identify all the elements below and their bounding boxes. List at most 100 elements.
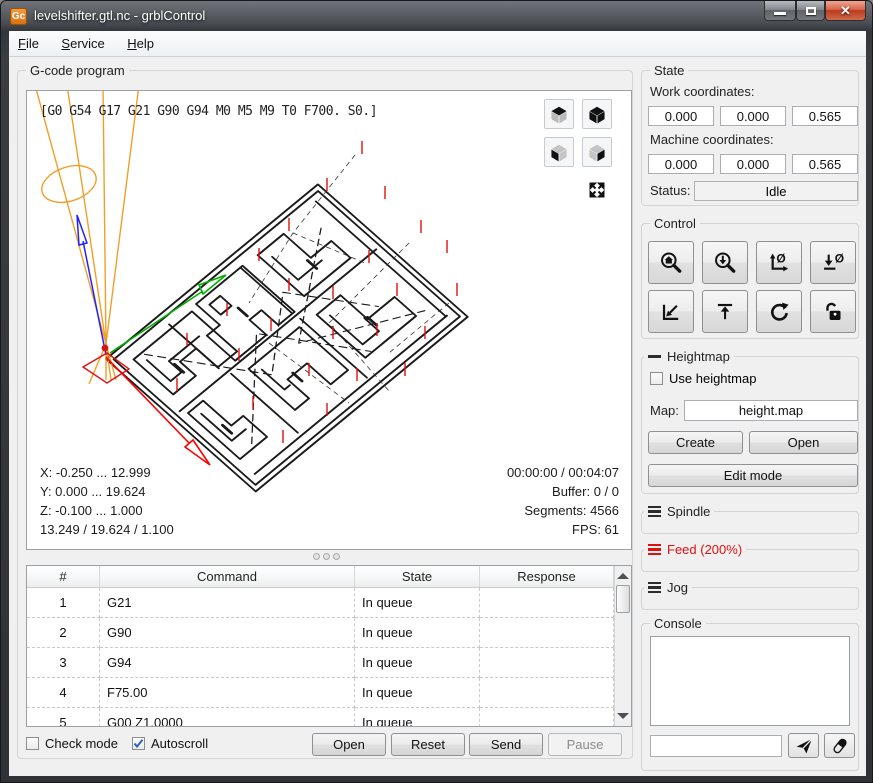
view-top-button[interactable] xyxy=(544,99,574,129)
command-table[interactable]: # Command State Response 1 G21 In queue … xyxy=(26,565,632,727)
console-send-button[interactable] xyxy=(788,733,819,758)
console-input[interactable] xyxy=(650,735,782,757)
use-heightmap-label: Use heightmap xyxy=(669,371,756,386)
app-icon: Gc xyxy=(10,8,27,25)
open-file-button[interactable]: Open xyxy=(312,733,386,756)
y-range: Y: 0.000 ... 19.624 xyxy=(40,482,174,501)
splitter-handle[interactable] xyxy=(18,553,634,563)
cell-command: G00 Z1.0000 xyxy=(100,708,355,727)
menu-help[interactable]: Help xyxy=(118,31,163,56)
collapse-icon[interactable] xyxy=(648,355,661,358)
search-z-probe-icon xyxy=(713,251,737,275)
table-row[interactable]: 5 G00 Z1.0000 In queue xyxy=(27,708,631,727)
autoscroll-checkbox[interactable] xyxy=(132,737,145,750)
heightmap-create-button[interactable]: Create xyxy=(648,431,743,454)
use-heightmap-checkbox[interactable] xyxy=(650,372,663,385)
status-label: Status: xyxy=(650,183,690,198)
scroll-down-icon[interactable] xyxy=(617,713,629,719)
heightmap-group-title-row[interactable]: Heightmap xyxy=(644,349,734,364)
search-home-button[interactable] xyxy=(648,241,694,284)
use-heightmap-row[interactable]: Use heightmap xyxy=(650,371,756,386)
check-mode-checkbox[interactable] xyxy=(26,737,39,750)
z-probe-button[interactable] xyxy=(702,241,748,284)
spindle-title-row[interactable]: Spindle xyxy=(644,504,714,519)
titlebar[interactable]: Gc levelshifter.gtl.nc - grblControl ✕ xyxy=(1,1,872,31)
table-row[interactable]: 3 G94 In queue xyxy=(27,648,631,678)
send-command-icon xyxy=(794,736,814,756)
table-scrollbar[interactable] xyxy=(614,566,631,726)
cell-command: G94 xyxy=(100,648,355,678)
gcode-footer: Check mode Autoscroll Open Reset Send Pa… xyxy=(26,733,626,757)
control-group-title: Control xyxy=(650,216,700,231)
cell-response xyxy=(480,648,614,678)
feed-title-row[interactable]: Feed (200%) xyxy=(644,542,746,557)
tool-position-dot xyxy=(102,345,109,352)
unlock-button[interactable] xyxy=(810,290,856,333)
close-icon: ✕ xyxy=(840,2,851,20)
bounds-readout: X: -0.250 ... 12.999 Y: 0.000 ... 19.624… xyxy=(40,463,174,539)
console-clear-button[interactable] xyxy=(824,733,855,758)
table-row[interactable]: 1 G21 In queue xyxy=(27,588,631,618)
view-left-button[interactable] xyxy=(582,137,612,167)
cell-response xyxy=(480,678,614,708)
col-header-state[interactable]: State xyxy=(355,566,480,587)
tool-cone xyxy=(35,91,139,384)
minimize-button[interactable] xyxy=(764,1,796,21)
gcode-header-line: [G0 G54 G17 G21 G90 G94 M0 M5 M9 T0 F700… xyxy=(40,104,377,119)
gcode-program-group: G-code program xyxy=(17,70,633,759)
cell-number: 3 xyxy=(27,648,100,678)
view-isometric-button[interactable] xyxy=(582,99,612,129)
cell-response xyxy=(480,588,614,618)
restore-origin-icon xyxy=(659,300,683,324)
restore-origin-button[interactable] xyxy=(648,290,694,333)
work-coordinates-label: Work coordinates: xyxy=(650,84,755,99)
col-header-response[interactable]: Response xyxy=(480,566,614,587)
reset-grbl-button[interactable] xyxy=(756,290,802,333)
z-axis-arrow xyxy=(77,215,106,355)
eraser-icon xyxy=(830,736,850,756)
time-readout: 00:00:00 / 00:04:07 xyxy=(507,463,619,482)
scrollbar-thumb[interactable] xyxy=(616,585,630,613)
hamburger-icon[interactable] xyxy=(648,544,661,555)
jog-title: Jog xyxy=(667,580,688,595)
safe-position-button[interactable] xyxy=(702,290,748,333)
close-button[interactable]: ✕ xyxy=(825,1,866,21)
heightmap-open-button[interactable]: Open xyxy=(749,431,858,454)
hamburger-icon[interactable] xyxy=(648,582,661,593)
cube-front-icon xyxy=(549,142,569,162)
cell-command: G21 xyxy=(100,588,355,618)
check-mode-row[interactable]: Check mode xyxy=(26,736,118,751)
jog-panel: Jog xyxy=(641,587,859,610)
cell-number: 2 xyxy=(27,618,100,648)
send-button[interactable]: Send xyxy=(469,733,543,756)
autoscroll-row[interactable]: Autoscroll xyxy=(132,736,208,751)
zero-xy-button[interactable]: Ø xyxy=(756,241,802,284)
menu-file[interactable]: File xyxy=(9,31,48,56)
heightmap-edit-mode-button[interactable]: Edit mode xyxy=(648,464,858,487)
menu-service[interactable]: Service xyxy=(52,31,113,56)
machine-y-field: 0.000 xyxy=(720,154,786,174)
gcode-3d-viewport[interactable]: [G0 G54 G17 G21 G90 G94 M0 M5 M9 T0 F700… xyxy=(26,90,632,550)
map-file-field[interactable]: height.map xyxy=(684,400,858,421)
col-header-number[interactable]: # xyxy=(27,566,100,587)
unlock-icon xyxy=(821,300,845,324)
col-header-command[interactable]: Command xyxy=(100,566,355,587)
size-readout: 13.249 / 19.624 / 1.100 xyxy=(40,520,174,539)
state-group: State Work coordinates: 0.000 0.000 0.56… xyxy=(641,70,859,206)
maximize-button[interactable] xyxy=(796,1,825,21)
zero-z-button[interactable]: Ø xyxy=(810,241,856,284)
hamburger-icon[interactable] xyxy=(648,506,661,517)
heightmap-group: Heightmap Use heightmap Map: height.map … xyxy=(641,356,859,494)
jog-title-row[interactable]: Jog xyxy=(644,580,692,595)
cell-command: G90 xyxy=(100,618,355,648)
scroll-up-icon[interactable] xyxy=(617,573,629,579)
gcode-group-title: G-code program xyxy=(26,63,129,78)
view-front-button[interactable] xyxy=(544,137,574,167)
reset-button[interactable]: Reset xyxy=(391,733,465,756)
cell-state: In queue xyxy=(355,708,480,727)
console-output[interactable] xyxy=(650,636,850,726)
status-badge: Idle xyxy=(694,181,858,201)
table-row[interactable]: 2 G90 In queue xyxy=(27,618,631,648)
table-row[interactable]: 4 F75.00 In queue xyxy=(27,678,631,708)
view-fit-button[interactable] xyxy=(582,175,612,205)
